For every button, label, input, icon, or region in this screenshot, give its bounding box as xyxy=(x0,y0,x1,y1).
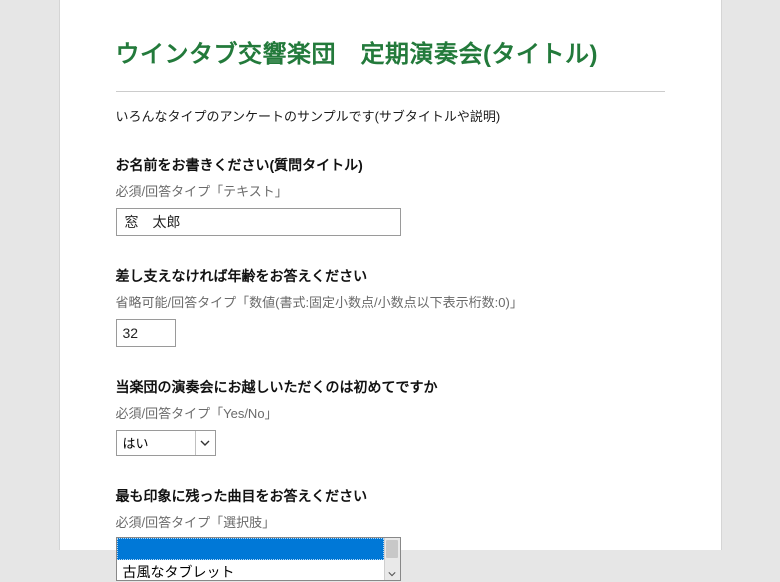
question-first-time: 当楽団の演奏会にお越しいただくのは初めてですか 必須/回答タイプ「Yes/No」… xyxy=(116,377,665,456)
question-age: 差し支えなければ年齢をお答えください 省略可能/回答タイプ「数値(書式:固定小数… xyxy=(116,266,665,347)
question-favorite-piece: 最も印象に残った曲目をお答えください 必須/回答タイプ「選択肢」 古風なタブレッ… xyxy=(116,486,665,581)
scrollbar-thumb[interactable] xyxy=(386,540,398,558)
scrollbar-track[interactable] xyxy=(384,538,400,580)
form-page: ウインタブ交響楽団 定期演奏会(タイトル) いろんなタイプのアンケートのサンプル… xyxy=(59,0,722,550)
question-help: 必須/回答タイプ「Yes/No」 xyxy=(116,403,665,422)
scroll-down-icon[interactable] xyxy=(384,568,400,580)
list-option[interactable]: 古風なタブレット xyxy=(117,560,384,582)
divider xyxy=(116,91,665,92)
page-title: ウインタブ交響楽団 定期演奏会(タイトル) xyxy=(116,34,665,69)
question-help: 必須/回答タイプ「テキスト」 xyxy=(116,181,665,200)
age-input[interactable] xyxy=(116,319,176,347)
question-title: お名前をお書きください(質問タイトル) xyxy=(116,155,665,175)
page-subtitle: いろんなタイプのアンケートのサンプルです(サブタイトルや説明) xyxy=(116,106,665,125)
question-title: 最も印象に残った曲目をお答えください xyxy=(116,486,665,506)
chevron-down-icon xyxy=(195,431,215,455)
yesno-select[interactable]: はい xyxy=(116,430,216,456)
question-help: 省略可能/回答タイプ「数値(書式:固定小数点/小数点以下表示桁数:0)」 xyxy=(116,292,665,311)
question-title: 当楽団の演奏会にお越しいただくのは初めてですか xyxy=(116,377,665,397)
question-name: お名前をお書きください(質問タイトル) 必須/回答タイプ「テキスト」 xyxy=(116,155,665,236)
question-title: 差し支えなければ年齢をお答えください xyxy=(116,266,665,286)
name-input[interactable] xyxy=(116,208,401,236)
question-help: 必須/回答タイプ「選択肢」 xyxy=(116,512,665,531)
list-option-blank[interactable] xyxy=(117,538,384,560)
piece-listbox[interactable]: 古風なタブレット xyxy=(116,537,401,581)
